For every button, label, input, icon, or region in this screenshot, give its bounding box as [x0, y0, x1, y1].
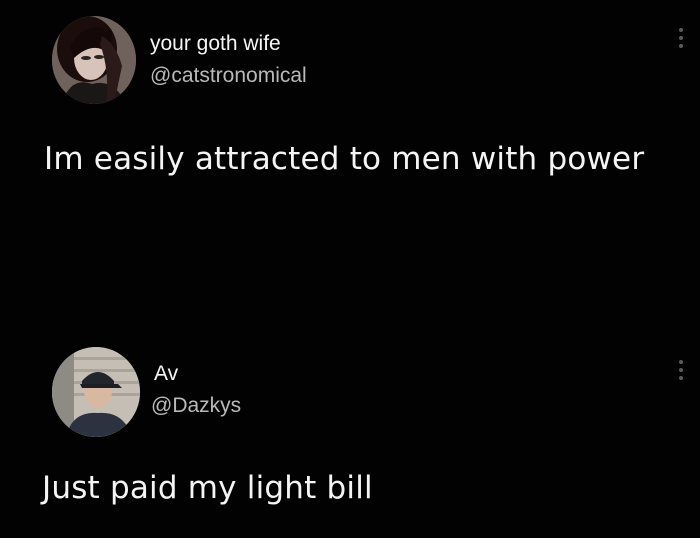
avatar[interactable]: [52, 347, 140, 437]
post-goth-wife: your goth wife @catstronomical Im easily…: [0, 0, 700, 300]
vertical-ellipsis-icon[interactable]: [678, 360, 684, 380]
profile-photo-icon: [52, 16, 136, 104]
post-text: Just paid my light bill: [42, 470, 373, 506]
post-av: Av @Dazkys Just paid my light bill: [0, 338, 700, 538]
user-handle[interactable]: @Dazkys: [151, 394, 241, 418]
vertical-ellipsis-icon[interactable]: [678, 28, 684, 48]
profile-photo-icon: [52, 347, 140, 437]
user-handle[interactable]: @catstronomical: [150, 64, 307, 88]
post-text: Im easily attracted to men with power: [44, 141, 645, 177]
display-name[interactable]: Av: [154, 362, 178, 386]
display-name[interactable]: your goth wife: [150, 32, 281, 56]
avatar[interactable]: [52, 16, 136, 104]
